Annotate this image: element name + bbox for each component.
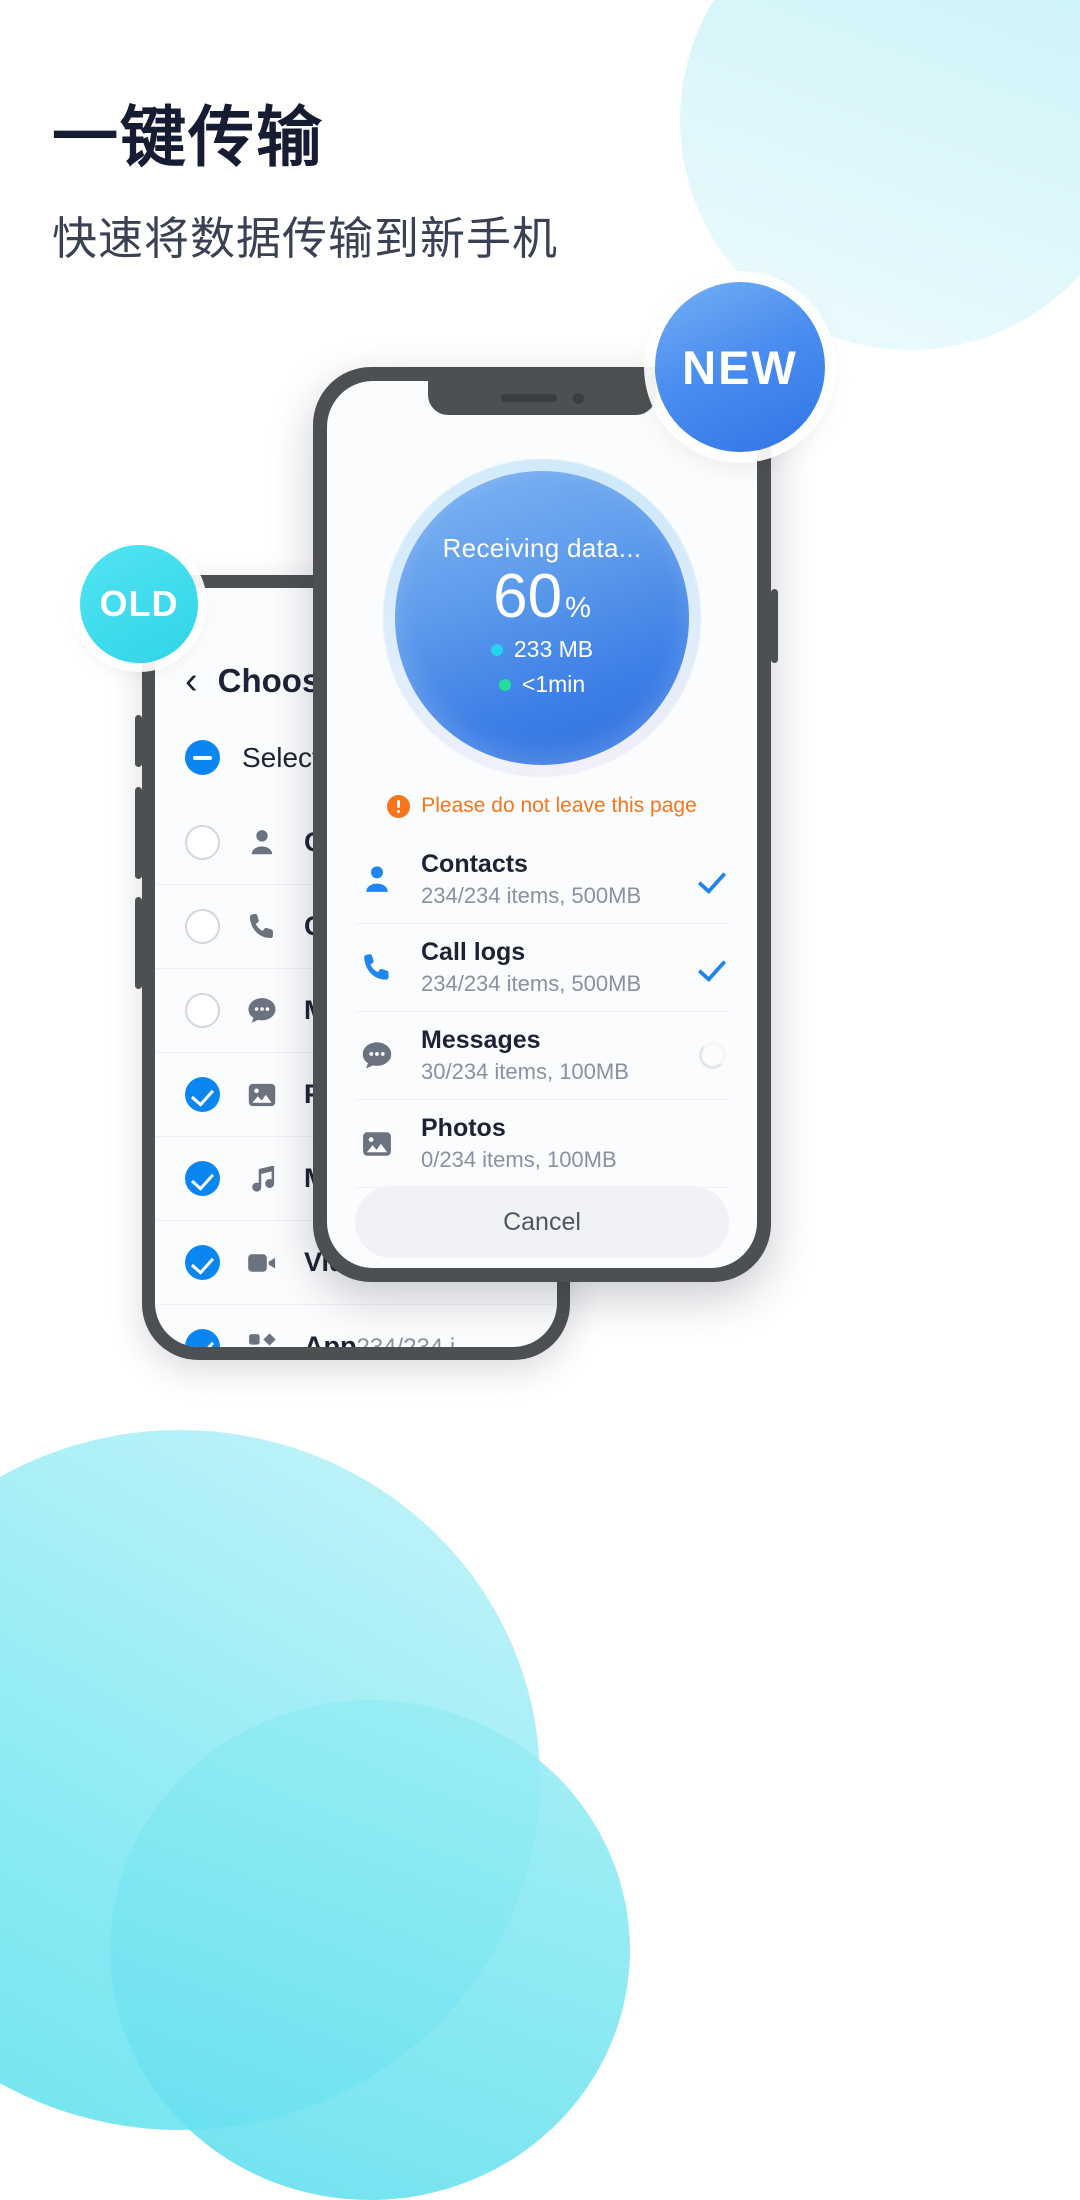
alert-circle-icon [387,794,411,818]
transfer-item-status [695,1042,729,1069]
progress-time-text: <1min [521,671,586,697]
check-icon [697,952,727,983]
message-icon [242,993,282,1029]
music-icon [242,1161,282,1197]
check-icon [697,864,727,895]
new-phone-button-power[interactable] [771,589,778,663]
warning-banner: Please do not leave this page [327,794,757,818]
apps-icon [242,1329,282,1348]
transfer-item-subtitle: 234/234 items, 500MB [421,883,642,908]
progress-size-row: 233 MB [490,636,594,663]
phone-icon [242,909,282,945]
transfer-item-subtitle: 234/234 items, 500MB [421,971,642,996]
progress-size-text: 233 MB [513,636,594,662]
loading-spinner-icon [698,1042,726,1069]
progress-time-row: <1min [498,671,586,698]
transfer-item-name: Contacts [421,850,528,878]
photo-icon [355,1125,399,1163]
old-list-item[interactable]: App234/234 i [155,1305,557,1347]
old-badge: OLD [80,545,198,663]
transfer-item-name: Messages [421,1026,541,1054]
camera-icon [572,392,584,404]
decorative-blob-bottom-left-secondary [110,1700,630,2200]
transfer-item-name: Call logs [421,938,526,966]
old-item-subtitle: 234/234 i [356,1334,455,1347]
warning-text: Please do not leave this page [421,794,697,817]
progress-value-row: 60 % [493,566,591,628]
new-phone-screen: Receiving data... 60 % 233 MB <1min Plea… [327,381,757,1268]
size-dot-icon [490,643,503,656]
time-dot-icon [498,678,511,691]
transfer-item-status [695,864,729,895]
transfer-item-name: Photos [421,1114,506,1142]
new-badge: NEW [655,282,825,452]
transfer-item-subtitle: 0/234 items, 100MB [421,1147,617,1172]
old-item-checkbox[interactable] [185,1161,220,1196]
back-arrow-icon[interactable]: ‹ [185,662,198,700]
transfer-list-item[interactable]: Messages 30/234 items, 100MB [355,1012,729,1100]
phone-notch [428,381,656,415]
person-icon [355,861,399,899]
old-item-checkbox[interactable] [185,1077,220,1112]
progress-percent-value: 60 [493,562,563,631]
page-subtitle: 快速将数据传输到新手机 [52,212,559,264]
transfer-progress-widget: Receiving data... 60 % 233 MB <1min [383,459,701,777]
progress-status-label: Receiving data... [442,533,642,563]
video-icon [242,1245,282,1281]
transfer-item-status [695,952,729,983]
old-item-name: App [304,1331,357,1347]
progress-circle: Receiving data... 60 % 233 MB <1min [395,471,689,765]
speaker-icon [500,394,557,402]
transfer-list-item[interactable]: Call logs 234/234 items, 500MB [355,924,729,1012]
old-item-checkbox[interactable] [185,1329,220,1347]
photo-icon [242,1077,282,1113]
progress-percent-unit: % [565,592,591,624]
page-title: 一键传输 [52,100,324,174]
old-phone-button-volume-up[interactable] [135,787,142,879]
transfer-item-subtitle: 30/234 items, 100MB [421,1059,629,1084]
new-phone-mockup: Receiving data... 60 % 233 MB <1min Plea… [313,367,778,1282]
select-all-checkbox[interactable] [185,740,220,775]
old-phone-button-volume-down[interactable] [135,897,142,989]
old-phone-button-mute[interactable] [135,715,142,767]
headings-block: 一键传输 快速将数据传输到新手机 [52,100,558,267]
transfer-list-item[interactable]: Contacts 234/234 items, 500MB [355,836,729,924]
cancel-button[interactable]: Cancel [355,1186,729,1258]
old-item-checkbox[interactable] [185,1245,220,1280]
old-item-checkbox[interactable] [185,909,220,944]
message-icon [355,1037,399,1075]
phone-icon [355,949,399,987]
old-item-checkbox[interactable] [185,825,220,860]
transfer-list-item[interactable]: Photos 0/234 items, 100MB [355,1100,729,1188]
old-item-checkbox[interactable] [185,993,220,1028]
person-icon [242,825,282,861]
